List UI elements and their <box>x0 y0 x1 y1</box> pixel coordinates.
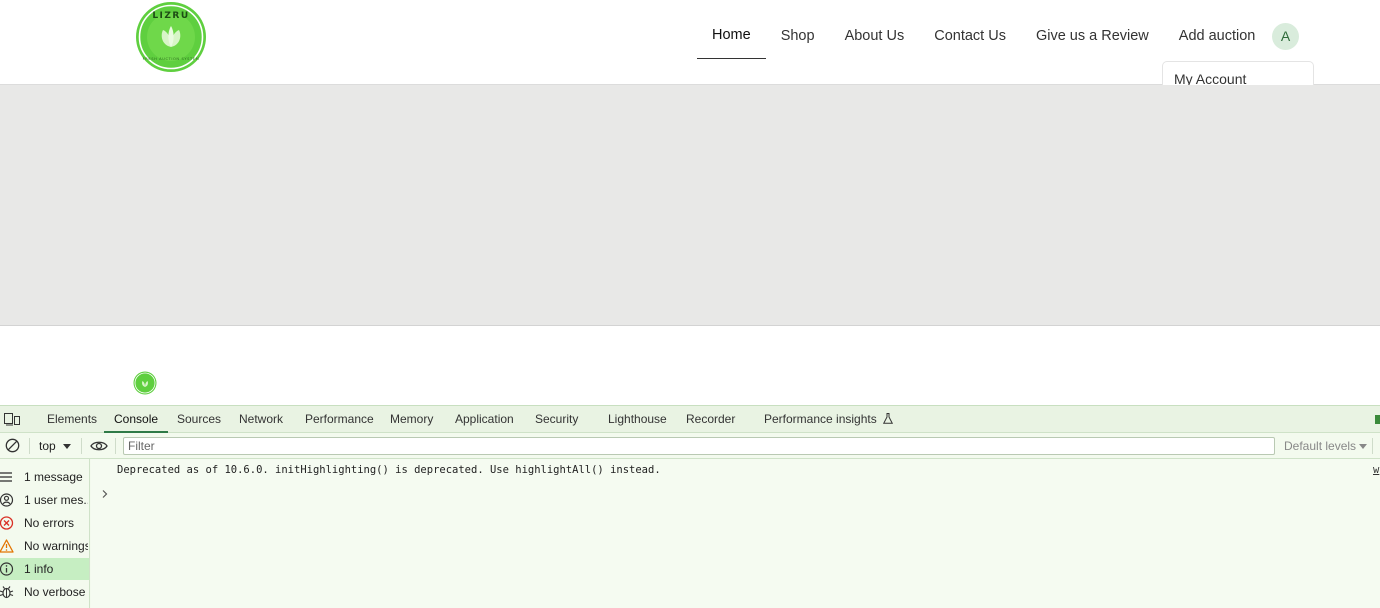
nav-add-auction[interactable]: Add auction <box>1164 14 1271 59</box>
console-prompt-chevron-icon[interactable] <box>101 486 109 498</box>
sidebar-item-label: 1 message <box>24 470 83 484</box>
nav-contact-us[interactable]: Contact Us <box>919 14 1021 59</box>
sidebar-item-label: No warnings <box>24 539 88 553</box>
device-toolbar-icon[interactable] <box>4 412 20 426</box>
eye-icon[interactable] <box>90 439 108 453</box>
svg-text:LIZRU: LIZRU <box>152 11 189 21</box>
sidebar-item-info[interactable]: 1 info <box>0 558 89 580</box>
lizru-logo[interactable]: LIZRU FRESH AUCTION SYSTEM <box>133 0 209 74</box>
my-account-menu-item[interactable]: My Account <box>1174 71 1246 85</box>
tab-performance-insights[interactable]: Performance insights <box>764 406 894 433</box>
nav-give-review[interactable]: Give us a Review <box>1021 14 1164 59</box>
context-selector-value: top <box>39 439 56 453</box>
nav-home[interactable]: Home <box>697 14 766 59</box>
hero-banner-placeholder <box>0 85 1380 326</box>
devtools-tab-bar: Elements Console Sources Network Perform… <box>0 406 1380 433</box>
toolbar-divider <box>1372 438 1373 454</box>
context-selector[interactable]: top <box>39 433 71 459</box>
info-icon <box>0 562 14 576</box>
chevron-down-icon <box>62 444 71 449</box>
chevron-down-icon <box>1359 444 1368 449</box>
sidebar-item-label: 1 info <box>24 562 54 576</box>
toolbar-divider <box>81 438 82 454</box>
sidebar-item-verbose[interactable]: No verbose <box>0 581 89 603</box>
console-message: Deprecated as of 10.6.0. initHighlightin… <box>117 464 661 476</box>
sidebar-item-errors[interactable]: No errors <box>0 512 89 534</box>
log-levels-dropdown[interactable]: Default levels <box>1284 433 1368 459</box>
account-dropdown-menu: My Account <box>1162 61 1314 85</box>
flask-icon <box>880 412 894 426</box>
console-sidebar: 1 message 1 user mes... No errors No war… <box>0 459 90 608</box>
tab-elements[interactable]: Elements <box>47 406 97 433</box>
tab-sources[interactable]: Sources <box>177 406 221 433</box>
toolbar-divider <box>29 438 30 454</box>
warning-icon <box>0 539 14 553</box>
log-levels-value: Default levels <box>1284 439 1357 453</box>
nav-shop[interactable]: Shop <box>766 14 830 59</box>
clear-console-icon[interactable] <box>5 438 20 453</box>
tab-console[interactable]: Console <box>104 406 169 433</box>
console-toolbar: top Default levels <box>0 433 1380 459</box>
tab-security[interactable]: Security <box>535 406 578 433</box>
user-avatar[interactable]: A <box>1272 23 1299 50</box>
console-output: Deprecated as of 10.6.0. initHighlightin… <box>91 459 1380 608</box>
list-icon <box>0 470 14 484</box>
console-message-source-link[interactable]: w <box>1373 464 1379 476</box>
tab-network[interactable]: Network <box>239 406 283 433</box>
nav-about-us[interactable]: About Us <box>830 14 920 59</box>
user-icon <box>0 493 14 507</box>
bug-icon <box>0 585 14 599</box>
main-nav: Home Shop About Us Contact Us Give us a … <box>697 14 1270 59</box>
sidebar-item-messages[interactable]: 1 message <box>0 466 89 488</box>
svg-text:FRESH AUCTION SYSTEM: FRESH AUCTION SYSTEM <box>143 57 200 61</box>
tab-performance-insights-label: Performance insights <box>764 412 877 426</box>
tab-performance[interactable]: Performance <box>305 406 374 433</box>
sidebar-item-label: No verbose <box>24 585 86 599</box>
devtools-panel: Elements Console Sources Network Perform… <box>0 405 1380 608</box>
console-filter-input[interactable] <box>123 437 1275 455</box>
tab-recorder[interactable]: Recorder <box>686 406 735 433</box>
site-header: LIZRU FRESH AUCTION SYSTEM Home Shop Abo… <box>0 0 1380 85</box>
sidebar-item-label: No errors <box>24 516 75 530</box>
tab-application[interactable]: Application <box>455 406 514 433</box>
issues-indicator-icon[interactable] <box>1375 415 1380 424</box>
lizru-small-logo[interactable] <box>133 371 157 395</box>
sidebar-item-user-messages[interactable]: 1 user mes... <box>0 489 89 511</box>
tab-memory[interactable]: Memory <box>390 406 433 433</box>
sidebar-item-warnings[interactable]: No warnings <box>0 535 89 557</box>
toolbar-divider <box>115 438 116 454</box>
error-icon <box>0 516 14 530</box>
sidebar-item-label: 1 user mes... <box>24 493 88 507</box>
tab-lighthouse[interactable]: Lighthouse <box>608 406 667 433</box>
